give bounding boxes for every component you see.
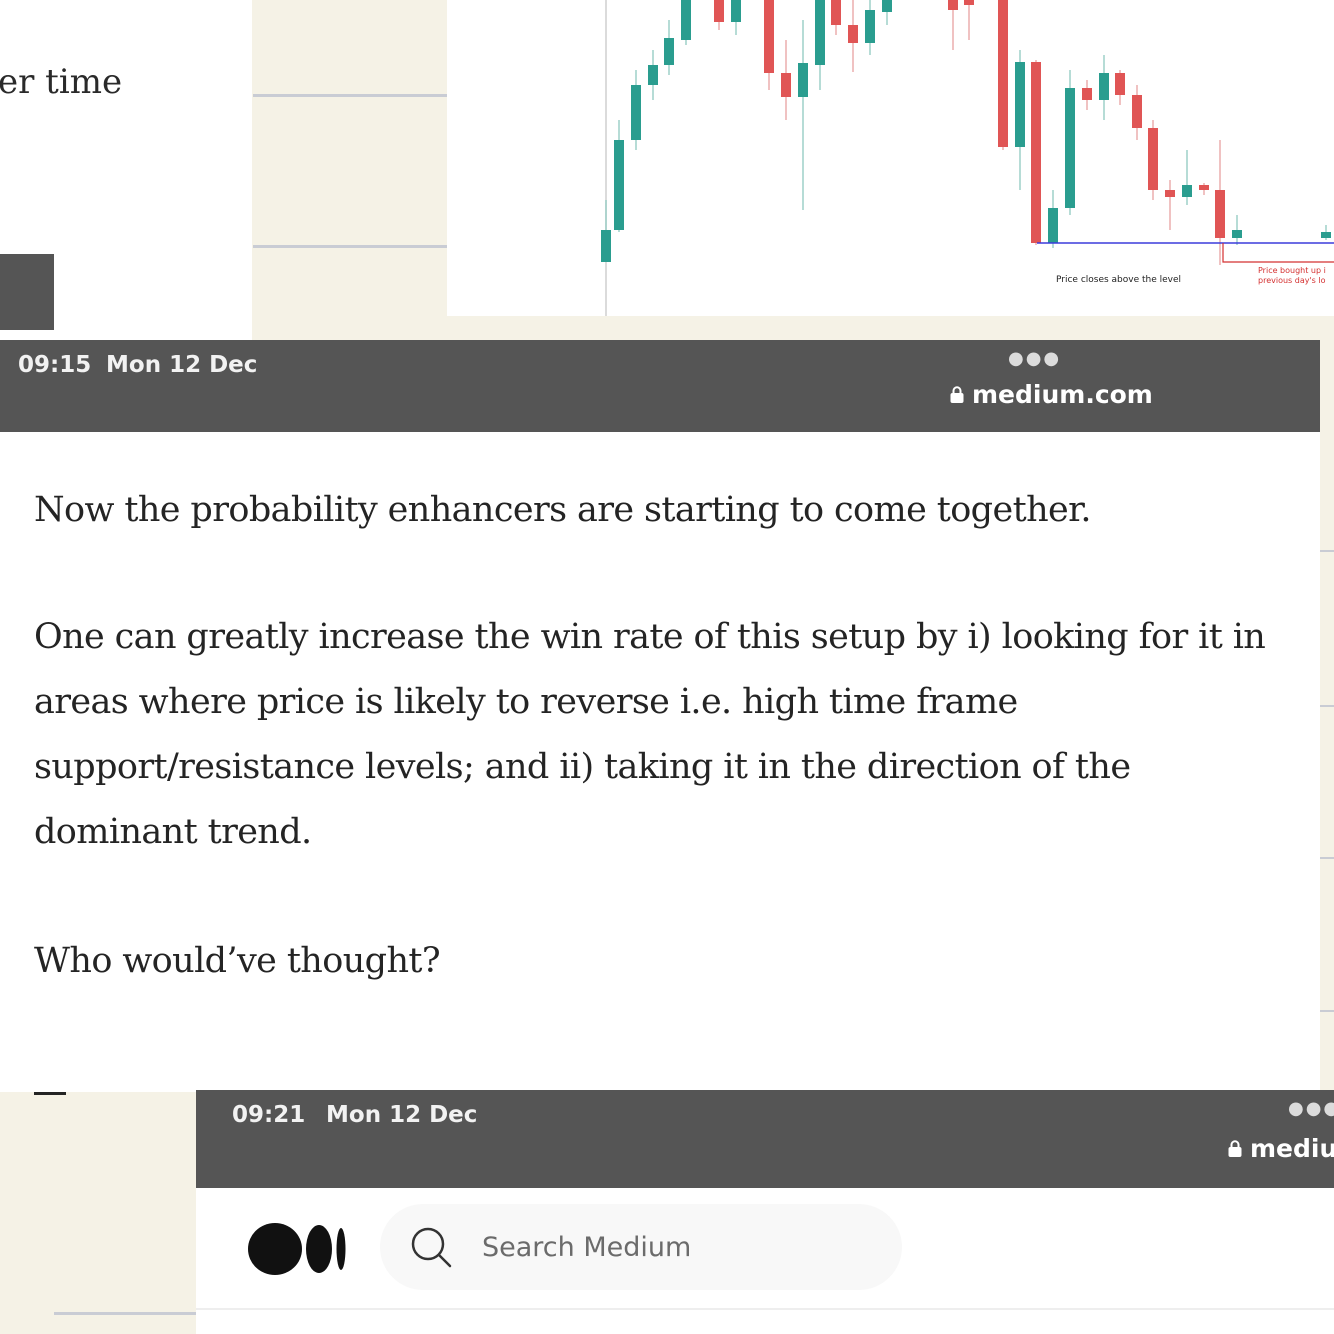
status-date: Mon 12 Dec <box>326 1102 478 1128</box>
candle-down <box>1132 95 1142 128</box>
dark-image-block <box>0 254 54 330</box>
candle-up <box>631 85 641 140</box>
divider-line <box>54 1312 196 1315</box>
candle-down <box>1215 190 1225 238</box>
candle-down <box>764 0 774 73</box>
candle-down <box>1082 88 1092 100</box>
more-dots-icon[interactable]: ●●● <box>1008 348 1061 369</box>
status-time: 09:21 <box>232 1102 306 1128</box>
candle-up <box>1232 230 1242 238</box>
candle-up <box>1321 232 1331 238</box>
candle-down <box>831 0 841 25</box>
search-bar[interactable] <box>380 1204 902 1290</box>
status-date: Mon 12 Dec <box>106 352 258 378</box>
status-bar: 09:21 Mon 12 Dec ●●● mediu <box>196 1090 1334 1188</box>
candle-up <box>648 65 658 85</box>
divider-line <box>253 245 447 248</box>
address-bar[interactable]: mediu <box>1228 1134 1334 1163</box>
search-input[interactable] <box>482 1231 882 1263</box>
divider-line <box>1320 857 1334 859</box>
medium-logo-icon[interactable] <box>248 1222 348 1276</box>
chart-annotation: Price bought up i <box>1258 266 1326 275</box>
candle-up <box>614 140 624 230</box>
section-dash <box>34 1092 66 1095</box>
divider-line <box>1320 705 1334 707</box>
article-paragraph: Now the probability enhancers are starti… <box>34 490 1092 530</box>
background-page-fragment: er time <box>0 0 252 340</box>
candle-up <box>731 0 741 22</box>
header-divider <box>196 1308 1334 1310</box>
article-body: Now the probability enhancers are starti… <box>0 432 1320 1095</box>
candle-up <box>882 0 892 12</box>
candle-up <box>1182 185 1192 197</box>
candle-down <box>964 0 974 5</box>
candle-up <box>798 63 808 97</box>
candle-down <box>1031 62 1041 243</box>
chart-annotation: previous day's lo <box>1258 276 1326 285</box>
partial-heading-text: er time <box>0 62 123 102</box>
url-text: medium.com <box>972 380 1153 409</box>
candle-up <box>865 10 875 43</box>
candle-up <box>1015 62 1025 147</box>
background-page-fragment <box>54 1178 196 1334</box>
lock-icon <box>1228 1140 1242 1157</box>
candle-up <box>601 230 611 262</box>
divider-line <box>253 94 447 97</box>
candle-down <box>1148 128 1158 190</box>
candle-down <box>998 0 1008 147</box>
candle-down <box>1115 73 1125 95</box>
status-bar: 09:15 Mon 12 Dec ●●● medium.com <box>0 340 1320 432</box>
candle-up <box>664 38 674 65</box>
medium-top-bar <box>196 1188 1334 1334</box>
candle-up <box>1065 88 1075 208</box>
url-text: mediu <box>1250 1134 1334 1163</box>
candle-down <box>714 0 724 22</box>
divider-line <box>1320 1010 1334 1012</box>
candle-up <box>815 0 825 65</box>
address-bar[interactable]: medium.com <box>950 380 1153 409</box>
candle-up <box>1048 208 1058 243</box>
chart-svg: Price closes above the level Price bough… <box>601 0 1334 316</box>
divider-line <box>1320 550 1334 552</box>
status-time: 09:15 <box>18 352 92 378</box>
annotation-bracket <box>1222 243 1334 263</box>
more-dots-icon[interactable]: ●●● <box>1288 1098 1334 1119</box>
candle-down <box>1165 190 1175 197</box>
search-icon <box>411 1227 452 1268</box>
candle-down <box>948 0 958 10</box>
candle-down <box>1199 185 1209 190</box>
article-paragraph: One can greatly increase the win rate of… <box>34 617 1266 852</box>
candle-down <box>848 25 858 43</box>
candle-up <box>1099 73 1109 100</box>
lock-icon <box>950 386 964 403</box>
candlestick-chart: Price closes above the level Price bough… <box>447 0 1334 316</box>
article-paragraph: Who would’ve thought? <box>34 941 441 981</box>
candle-up <box>681 0 691 40</box>
chart-annotation: Price closes above the level <box>1056 275 1181 285</box>
candle-down <box>781 73 791 97</box>
